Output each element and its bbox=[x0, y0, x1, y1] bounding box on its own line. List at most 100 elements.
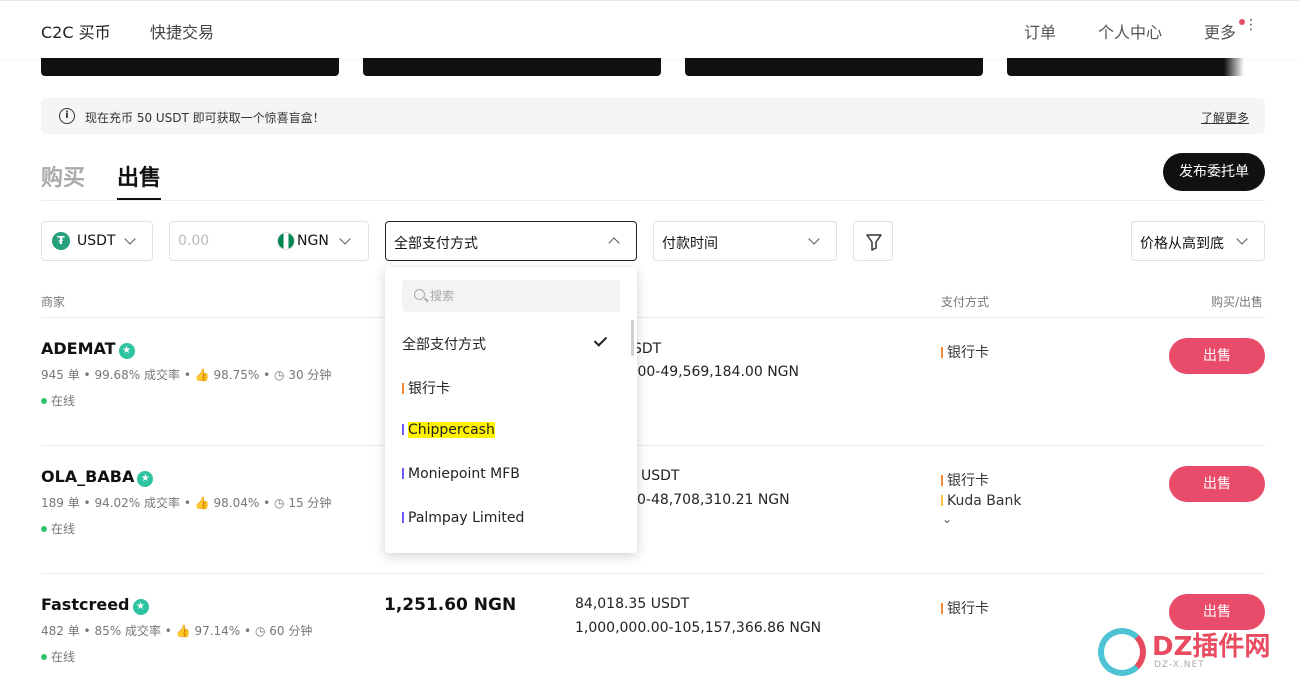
sell-button[interactable]: 出售 bbox=[1169, 466, 1265, 502]
merchant-stats: 945 单 • 99.68% 成交率 • 👍 98.75% • ◷ 30 分钟 bbox=[41, 368, 332, 382]
pay-time: 15 分钟 bbox=[288, 496, 332, 510]
nav-quick-trade[interactable]: 快捷交易 bbox=[150, 19, 214, 43]
merchant-stats: 482 单 • 85% 成交率 • 👍 97.14% • ◷ 60 分钟 bbox=[41, 624, 313, 638]
crypto-value: USDT bbox=[77, 233, 116, 249]
promo-banner-4[interactable] bbox=[1007, 58, 1244, 76]
payment-label: 银行卡 bbox=[947, 345, 989, 361]
online-status: 在线 bbox=[41, 392, 75, 409]
online-dot bbox=[41, 398, 47, 404]
dropdown-scrollbar[interactable] bbox=[631, 320, 634, 356]
verified-icon: ★ bbox=[132, 599, 149, 615]
header-payment: 支付方式 bbox=[941, 295, 990, 309]
merchant-name[interactable]: OLA_BABA ★ bbox=[41, 467, 154, 487]
chevron-down-icon bbox=[339, 233, 351, 245]
info-icon: i bbox=[59, 108, 75, 124]
dropdown-search-input[interactable] bbox=[430, 287, 610, 305]
payment-method: 银行卡 bbox=[941, 342, 989, 362]
completion-rate: 99.68% 成交率 bbox=[94, 368, 181, 382]
funnel-icon bbox=[866, 234, 882, 251]
nav-profile[interactable]: 个人中心 bbox=[1098, 19, 1162, 43]
clock-icon: ◷ bbox=[274, 496, 285, 510]
verified-icon: ★ bbox=[118, 343, 135, 359]
row-divider bbox=[41, 573, 1265, 574]
chevron-down-icon bbox=[124, 233, 136, 245]
merchant-name[interactable]: Fastcreed ★ bbox=[41, 595, 149, 615]
amount-placeholder: 0.00 bbox=[178, 233, 210, 249]
promo-banner-2[interactable] bbox=[363, 58, 661, 76]
positive-rate: 98.75% bbox=[213, 368, 260, 382]
payment-method-select[interactable]: 全部支付方式 bbox=[385, 221, 637, 261]
payment-color-bar bbox=[402, 383, 404, 394]
merchant-stats: 189 单 • 94.02% 成交率 • 👍 98.04% • ◷ 15 分钟 bbox=[41, 496, 332, 510]
sort-select[interactable]: 价格从高到底 bbox=[1131, 221, 1265, 261]
merchant-name[interactable]: ADEMAT ★ bbox=[41, 339, 135, 359]
limit-range: 0-48,708,310.21 NGN bbox=[637, 492, 790, 508]
dropdown-item-palmpay[interactable]: Palmpay Limited bbox=[402, 510, 524, 526]
check-icon bbox=[593, 333, 608, 347]
payment-color-bar bbox=[402, 468, 404, 479]
limit-range: 1,000,000.00-105,157,366.86 NGN bbox=[575, 620, 822, 636]
usdt-icon: ₮ bbox=[52, 232, 70, 250]
expand-payments-icon[interactable]: ⌄ bbox=[942, 512, 952, 526]
watermark: DZ插件网 DZ-X.NET bbox=[1098, 624, 1288, 678]
payment-color-bar bbox=[941, 603, 943, 614]
dropdown-item-label: Palmpay Limited bbox=[408, 510, 525, 526]
chevron-down-icon bbox=[1236, 233, 1248, 245]
positive-rate: 98.04% bbox=[213, 496, 260, 510]
publish-order-button[interactable]: 发布委托单 bbox=[1163, 153, 1265, 191]
online-status: 在线 bbox=[41, 648, 75, 665]
search-icon bbox=[414, 289, 425, 300]
promo-banner-3[interactable] bbox=[685, 58, 983, 76]
amount-filter[interactable]: 0.00 NGN bbox=[169, 221, 369, 261]
crypto-select[interactable]: ₮ USDT bbox=[41, 221, 153, 261]
available-amount: SDT bbox=[633, 341, 662, 357]
completion-rate: 94.02% 成交率 bbox=[94, 496, 181, 510]
nav-c2c-buy[interactable]: C2C 买币 bbox=[41, 19, 111, 43]
watermark-text: DZ插件网 bbox=[1152, 632, 1271, 662]
dropdown-item-bank-card[interactable]: 银行卡 bbox=[402, 378, 450, 398]
top-nav: C2C 买币 快捷交易 订单 个人中心 更多 ⋮ bbox=[0, 0, 1299, 58]
watermark-logo-icon bbox=[1098, 628, 1146, 676]
tab-sell[interactable]: 出售 bbox=[117, 160, 161, 192]
fiat-value: NGN bbox=[297, 233, 329, 249]
dropdown-item-chippercash[interactable]: Chippercash bbox=[402, 422, 495, 438]
banner-fade bbox=[1224, 58, 1244, 76]
orders-count: 189 单 bbox=[41, 496, 80, 510]
clock-icon: ◷ bbox=[274, 368, 285, 382]
payment-time-select[interactable]: 付款时间 bbox=[653, 221, 837, 261]
completion-rate: 85% 成交率 bbox=[94, 624, 161, 638]
orders-count: 482 单 bbox=[41, 624, 80, 638]
dropdown-search bbox=[402, 280, 620, 312]
pay-time: 30 分钟 bbox=[288, 368, 332, 382]
dropdown-item-moniepoint[interactable]: Moniepoint MFB bbox=[402, 466, 520, 482]
tab-buy[interactable]: 购买 bbox=[41, 160, 85, 192]
dropdown-item-label: 银行卡 bbox=[408, 381, 450, 397]
merchant-name-text: OLA_BABA bbox=[41, 467, 135, 486]
limit-range: .00-49,569,184.00 NGN bbox=[633, 364, 799, 380]
online-status: 在线 bbox=[41, 520, 75, 537]
nav-more[interactable]: 更多 bbox=[1204, 19, 1236, 43]
online-label: 在线 bbox=[51, 522, 76, 536]
available-amount: 84,018.35 USDT bbox=[575, 596, 690, 612]
payment-color-bar bbox=[402, 424, 404, 435]
row-divider bbox=[41, 445, 1265, 446]
sell-button[interactable]: 出售 bbox=[1169, 338, 1265, 374]
online-label: 在线 bbox=[51, 650, 76, 664]
header-action: 购买/出售 bbox=[1211, 295, 1264, 309]
nav-orders[interactable]: 订单 bbox=[1024, 19, 1056, 43]
verified-icon: ★ bbox=[137, 471, 154, 487]
learn-more-link[interactable]: 了解更多 bbox=[1201, 109, 1249, 126]
pay-time: 60 分钟 bbox=[269, 624, 313, 638]
promo-banner-1[interactable] bbox=[41, 58, 339, 76]
chevron-down-icon bbox=[808, 233, 820, 245]
merchant-name-text: ADEMAT bbox=[41, 339, 116, 358]
payment-label: 银行卡 bbox=[947, 473, 989, 489]
more-vertical-icon[interactable]: ⋮ bbox=[1244, 18, 1258, 32]
available-amount: USDT bbox=[641, 468, 680, 484]
notice-text: 现在充币 50 USDT 即可获取一个惊喜盲盒！ bbox=[85, 111, 325, 125]
dropdown-item-all[interactable]: 全部支付方式 bbox=[402, 334, 486, 354]
online-label: 在线 bbox=[51, 394, 76, 408]
dropdown-item-label: Chippercash bbox=[408, 422, 495, 438]
filter-button[interactable] bbox=[853, 221, 893, 261]
thumbs-up-icon: 👍 bbox=[175, 624, 191, 638]
